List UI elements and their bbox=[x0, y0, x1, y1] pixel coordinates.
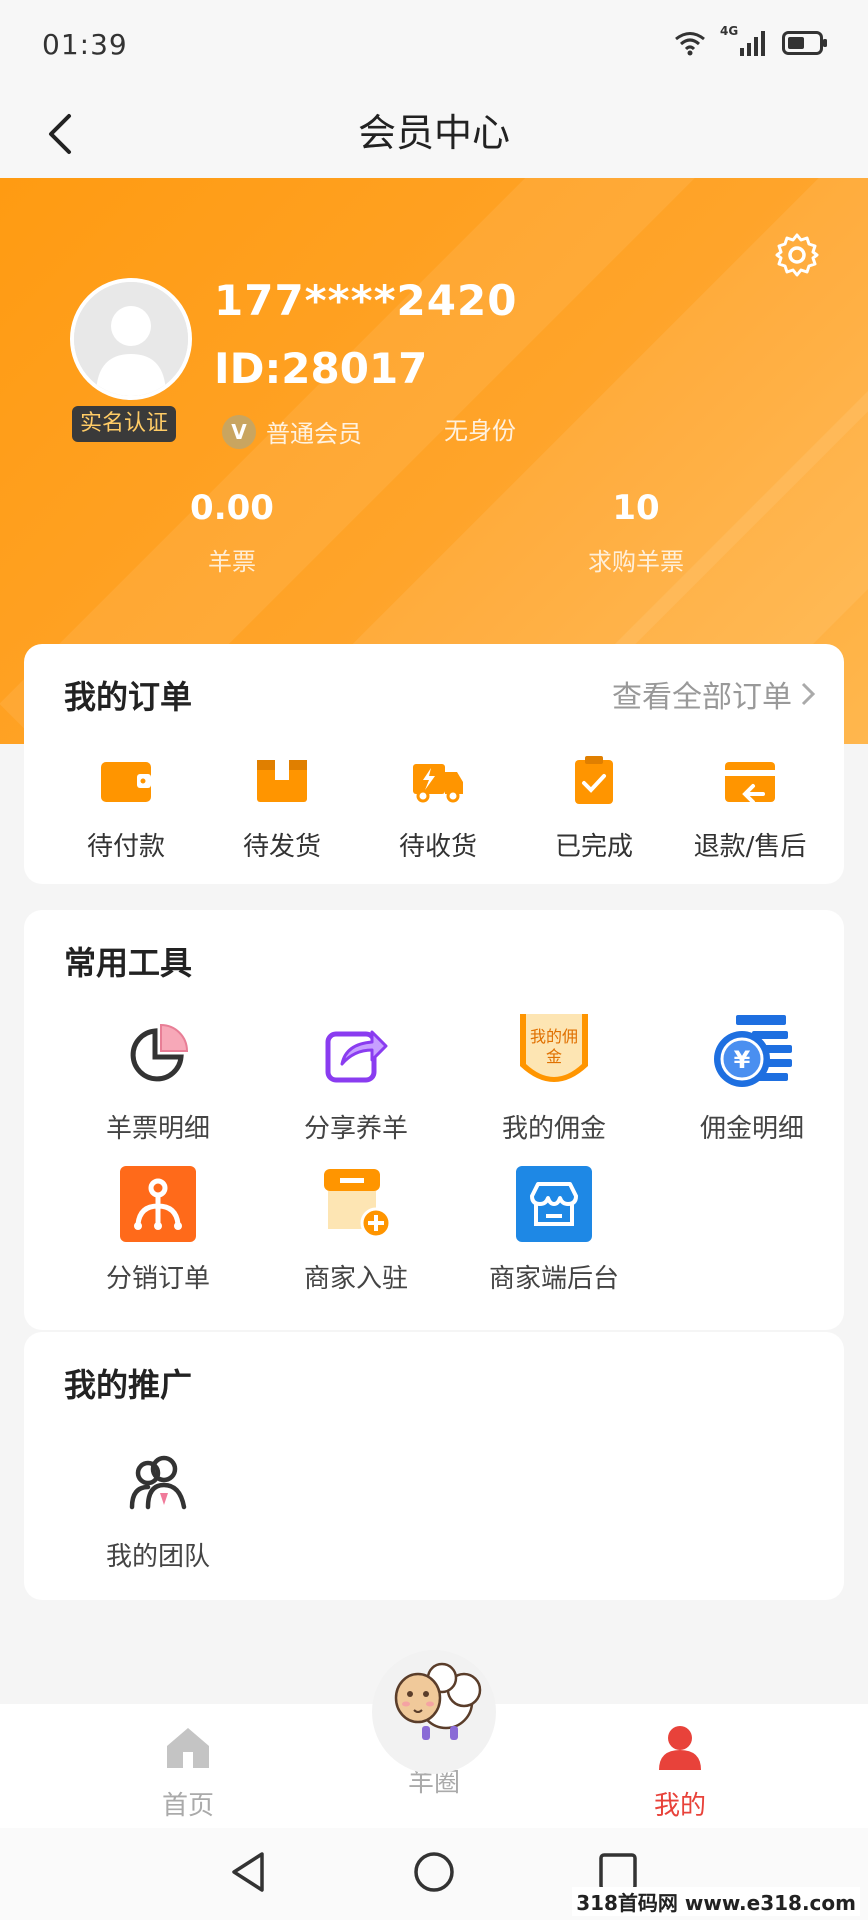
promotion-title: 我的推广 bbox=[64, 1366, 193, 1404]
user-icon bbox=[659, 1726, 701, 1770]
nav-bar: 会员中心 bbox=[0, 90, 868, 178]
stat-label: 求购羊票 bbox=[588, 548, 684, 576]
promotion-card: 我的推广 我的团队 bbox=[24, 1332, 844, 1600]
user-id: ID:28017 bbox=[214, 344, 428, 393]
refund-icon bbox=[725, 762, 775, 804]
stat-wanted-ticket[interactable]: 10 求购羊票 bbox=[536, 488, 736, 577]
status-bar: 01:39 4G bbox=[0, 0, 868, 90]
order-pending-shipment[interactable]: 待发货 bbox=[204, 756, 360, 863]
stat-value: 0.00 bbox=[190, 488, 274, 528]
tool-label: 我的佣金 bbox=[501, 1114, 606, 1144]
tool-commission-detail[interactable]: ¥ 佣金明细 bbox=[652, 1014, 852, 1145]
sheep-icon bbox=[394, 1662, 482, 1740]
real-name-badge[interactable]: 实名认证 bbox=[72, 406, 177, 442]
tool-label: 佣金明细 bbox=[699, 1114, 804, 1144]
share-icon bbox=[316, 1014, 396, 1094]
store-backend-icon bbox=[514, 1164, 594, 1244]
tool-my-commission[interactable]: 我的佣金 我的佣金 bbox=[454, 1014, 654, 1145]
tool-share[interactable]: 分享养羊 bbox=[256, 1014, 456, 1145]
tab-home[interactable]: 首页 bbox=[108, 1722, 268, 1822]
team-icon bbox=[118, 1442, 198, 1522]
tools-card: 常用工具 羊票明细 分享养羊 我的佣金 我的佣金 ¥ 佣金明细 分销订单 商家入… bbox=[24, 910, 844, 1330]
tools-title: 常用工具 bbox=[64, 944, 193, 982]
coin-yuan-icon: ¥ bbox=[712, 1014, 792, 1094]
tool-merchant-join[interactable]: 商家入驻 bbox=[256, 1164, 456, 1295]
order-label: 待发货 bbox=[242, 832, 321, 862]
tool-label: 分享养羊 bbox=[303, 1114, 408, 1144]
distribution-icon bbox=[118, 1164, 198, 1244]
order-label: 待收货 bbox=[398, 832, 477, 862]
page-title: 会员中心 bbox=[357, 111, 510, 155]
member-level-label: 普通会员 bbox=[266, 420, 362, 448]
box-icon bbox=[257, 760, 307, 802]
svg-text:¥: ¥ bbox=[734, 1046, 751, 1074]
order-label: 待付款 bbox=[86, 832, 165, 862]
stat-sheep-ticket[interactable]: 0.00 羊票 bbox=[132, 488, 332, 577]
shop-add-icon bbox=[316, 1164, 396, 1244]
watermark: 318首码网 www.e318.com bbox=[572, 1887, 860, 1916]
tab-mine[interactable]: 我的 bbox=[600, 1722, 760, 1822]
tab-label: 首页 bbox=[161, 1791, 214, 1821]
tool-label: 羊票明细 bbox=[105, 1114, 210, 1144]
status-time: 01:39 bbox=[42, 28, 128, 61]
wifi-icon bbox=[675, 32, 705, 56]
default-avatar-icon bbox=[74, 282, 188, 396]
gear-icon[interactable] bbox=[774, 232, 820, 278]
order-refund[interactable]: 退款/售后 bbox=[672, 756, 828, 863]
view-all-label: 查看全部订单 bbox=[612, 680, 792, 715]
user-phone: 177****2420 bbox=[214, 276, 518, 325]
tool-label: 商家入驻 bbox=[303, 1264, 408, 1294]
truck-icon bbox=[413, 764, 463, 803]
tool-label: 商家端后台 bbox=[488, 1264, 619, 1294]
order-pending-payment[interactable]: 待付款 bbox=[48, 756, 204, 863]
orders-title: 我的订单 bbox=[64, 678, 193, 716]
promo-my-team[interactable]: 我的团队 bbox=[58, 1442, 258, 1573]
avatar[interactable] bbox=[70, 278, 192, 400]
status-icons: 4G bbox=[674, 24, 828, 58]
tab-label: 我的 bbox=[653, 1791, 706, 1821]
order-label: 已完成 bbox=[554, 832, 633, 862]
stat-label: 羊票 bbox=[208, 548, 256, 576]
vip-icon: V bbox=[222, 414, 256, 449]
order-pending-receipt[interactable]: 待收货 bbox=[360, 756, 516, 863]
system-recents-icon[interactable] bbox=[598, 1852, 638, 1892]
sheep-tab-button[interactable] bbox=[372, 1650, 496, 1774]
tool-distribution-orders[interactable]: 分销订单 bbox=[58, 1164, 258, 1295]
order-completed[interactable]: 已完成 bbox=[516, 756, 672, 863]
view-all-orders-link[interactable]: 查看全部订单 bbox=[612, 672, 816, 716]
tool-sheep-ticket-detail[interactable]: 羊票明细 bbox=[58, 1014, 258, 1145]
orders-card: 我的订单 查看全部订单 待付款 待发货 待收货 已完成 退款/售后 bbox=[24, 644, 844, 884]
order-label: 退款/售后 bbox=[693, 832, 807, 862]
home-icon bbox=[167, 1728, 209, 1768]
system-home-icon[interactable] bbox=[412, 1850, 456, 1894]
wallet-icon bbox=[101, 762, 151, 802]
commission-badge-text: 我的佣金 bbox=[530, 1027, 579, 1066]
chevron-right-icon bbox=[801, 682, 816, 706]
clipboard-check-icon bbox=[575, 756, 613, 804]
commission-badge-icon: 我的佣金 bbox=[514, 1014, 594, 1094]
system-nav-bar: 318首码网 www.e318.com bbox=[0, 1828, 868, 1920]
pie-chart-icon bbox=[118, 1014, 198, 1094]
battery-icon bbox=[782, 31, 827, 55]
signal-icon: 4G bbox=[720, 24, 768, 58]
member-level: V 普通会员 bbox=[222, 414, 362, 449]
tool-merchant-backend[interactable]: 商家端后台 bbox=[454, 1164, 654, 1295]
tool-label: 我的团队 bbox=[105, 1542, 210, 1572]
stat-value: 10 bbox=[612, 488, 660, 528]
system-back-icon[interactable] bbox=[228, 1850, 268, 1894]
tool-label: 分销订单 bbox=[105, 1264, 210, 1294]
identity-label: 无身份 bbox=[444, 417, 516, 445]
